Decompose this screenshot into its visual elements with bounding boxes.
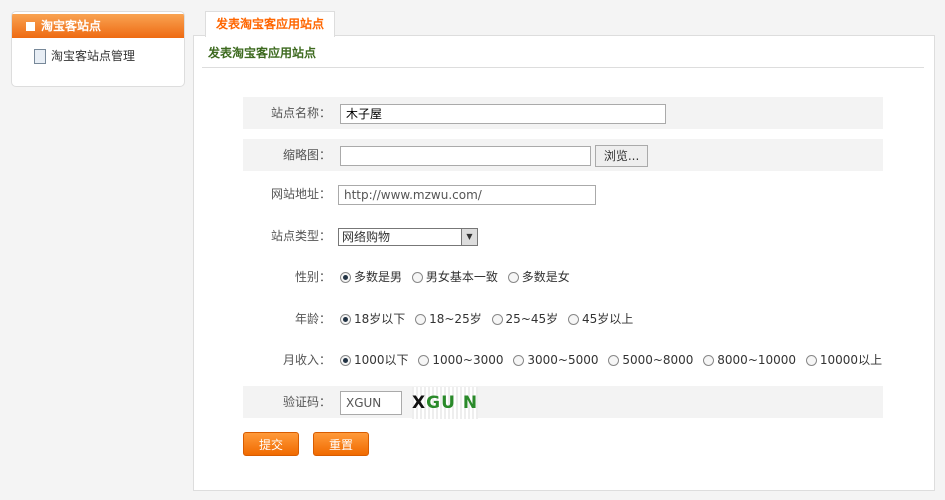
captcha-char: N [462,392,479,413]
radio[interactable] [507,272,519,283]
radio[interactable] [608,355,620,366]
sidebar-header-label: 淘宝客站点 [41,19,102,33]
sidebar-item-label: 淘宝客站点管理 [51,49,136,63]
document-icon [34,49,46,64]
thumbnail-input[interactable] [340,145,591,166]
option-label: 25~45岁 [505,312,559,326]
sidebar: 淘宝客站点 淘宝客站点管理 [11,11,185,87]
option-label: 45岁以上 [581,312,634,326]
form-title: 发表淘宝客应用站点 [208,46,317,60]
captcha-char: U [441,392,456,413]
label: 性别： [294,270,331,284]
option-label: 18岁以下 [354,312,406,326]
option-label: 5000~8000 [622,353,694,367]
radio[interactable] [703,355,715,366]
gender-option[interactable]: 多数是女 [507,270,570,284]
gender-option[interactable]: 多数是男 [340,270,402,284]
label: 验证码： [282,395,331,409]
radio[interactable] [415,314,427,325]
radio[interactable] [418,355,430,366]
divider [202,67,924,68]
tab-publish-site[interactable]: 发表淘宝客应用站点 [205,11,335,37]
browse-button[interactable]: 浏览... [594,144,649,167]
option-label: 男女基本一致 [425,270,498,284]
row-url: 网站地址： [243,178,883,210]
radio[interactable] [340,272,351,283]
income-option[interactable]: 10000以上 [805,353,883,367]
age-option[interactable]: 18岁以下 [340,312,405,326]
captcha-image[interactable]: XGU N [412,386,479,419]
row-captcha: 验证码： XGU N [243,386,883,419]
income-option[interactable]: 1000以下 [340,353,409,367]
row-thumbnail: 缩略图： 浏览... [243,139,883,171]
income-option[interactable]: 1000~3000 [418,353,504,367]
url-input[interactable] [338,184,596,205]
income-option[interactable]: 5000~8000 [608,353,693,367]
radio[interactable] [513,355,525,366]
option-label: 1000~3000 [432,353,504,367]
income-option[interactable]: 3000~5000 [513,353,598,367]
submit-button[interactable]: 提交 [243,432,299,456]
label: 站点名称： [270,106,331,120]
captcha-input[interactable] [340,390,402,415]
site-name-input[interactable] [340,103,666,124]
option-label: 1000以下 [354,353,409,367]
label: 站点类型： [270,229,331,243]
option-label: 18~25岁 [429,312,482,326]
sidebar-item-site-manage[interactable]: 淘宝客站点管理 [12,38,184,64]
option-label: 10000以上 [819,353,883,367]
label: 网站地址： [270,187,331,201]
label: 年龄： [294,312,331,326]
collapse-icon[interactable] [26,22,35,31]
site-type-select[interactable]: 网络购物 ▼ [338,227,478,246]
chevron-down-icon[interactable]: ▼ [461,228,477,245]
gender-option[interactable]: 男女基本一致 [411,270,498,284]
sidebar-header[interactable]: 淘宝客站点 [12,14,184,38]
option-label: 多数是女 [521,270,570,284]
row-site-name: 站点名称： [243,97,883,129]
main-panel: 发表淘宝客应用站点 站点名称： 缩略图： 浏览... 网站地址： 站点类型： 网络… [193,35,935,491]
radio[interactable] [805,355,817,366]
radio[interactable] [340,355,351,366]
row-age: 年龄： 18岁以下 18~25岁 25~45岁 45岁以上 [243,303,883,335]
row-gender: 性别： 多数是男 男女基本一致 多数是女 [243,261,883,293]
radio[interactable] [567,314,579,325]
row-income: 月收入： 1000以下 1000~3000 3000~5000 5000~800… [243,344,883,376]
label: 月收入： [282,353,331,367]
age-option[interactable]: 25~45岁 [491,312,559,326]
radio[interactable] [340,314,351,325]
reset-button[interactable]: 重置 [313,432,369,456]
age-option[interactable]: 18~25岁 [415,312,482,326]
label: 缩略图： [282,148,331,162]
option-label: 3000~5000 [527,353,599,367]
selected-value: 网络购物 [342,229,391,244]
radio[interactable] [491,314,503,325]
income-option[interactable]: 8000~10000 [703,353,796,367]
row-site-type: 站点类型： 网络购物 ▼ [243,220,883,252]
captcha-char: X [412,392,427,413]
option-label: 8000~10000 [717,353,797,367]
radio[interactable] [411,272,423,283]
captcha-char: G [426,392,442,413]
age-option[interactable]: 45岁以上 [567,312,634,326]
option-label: 多数是男 [354,270,403,284]
